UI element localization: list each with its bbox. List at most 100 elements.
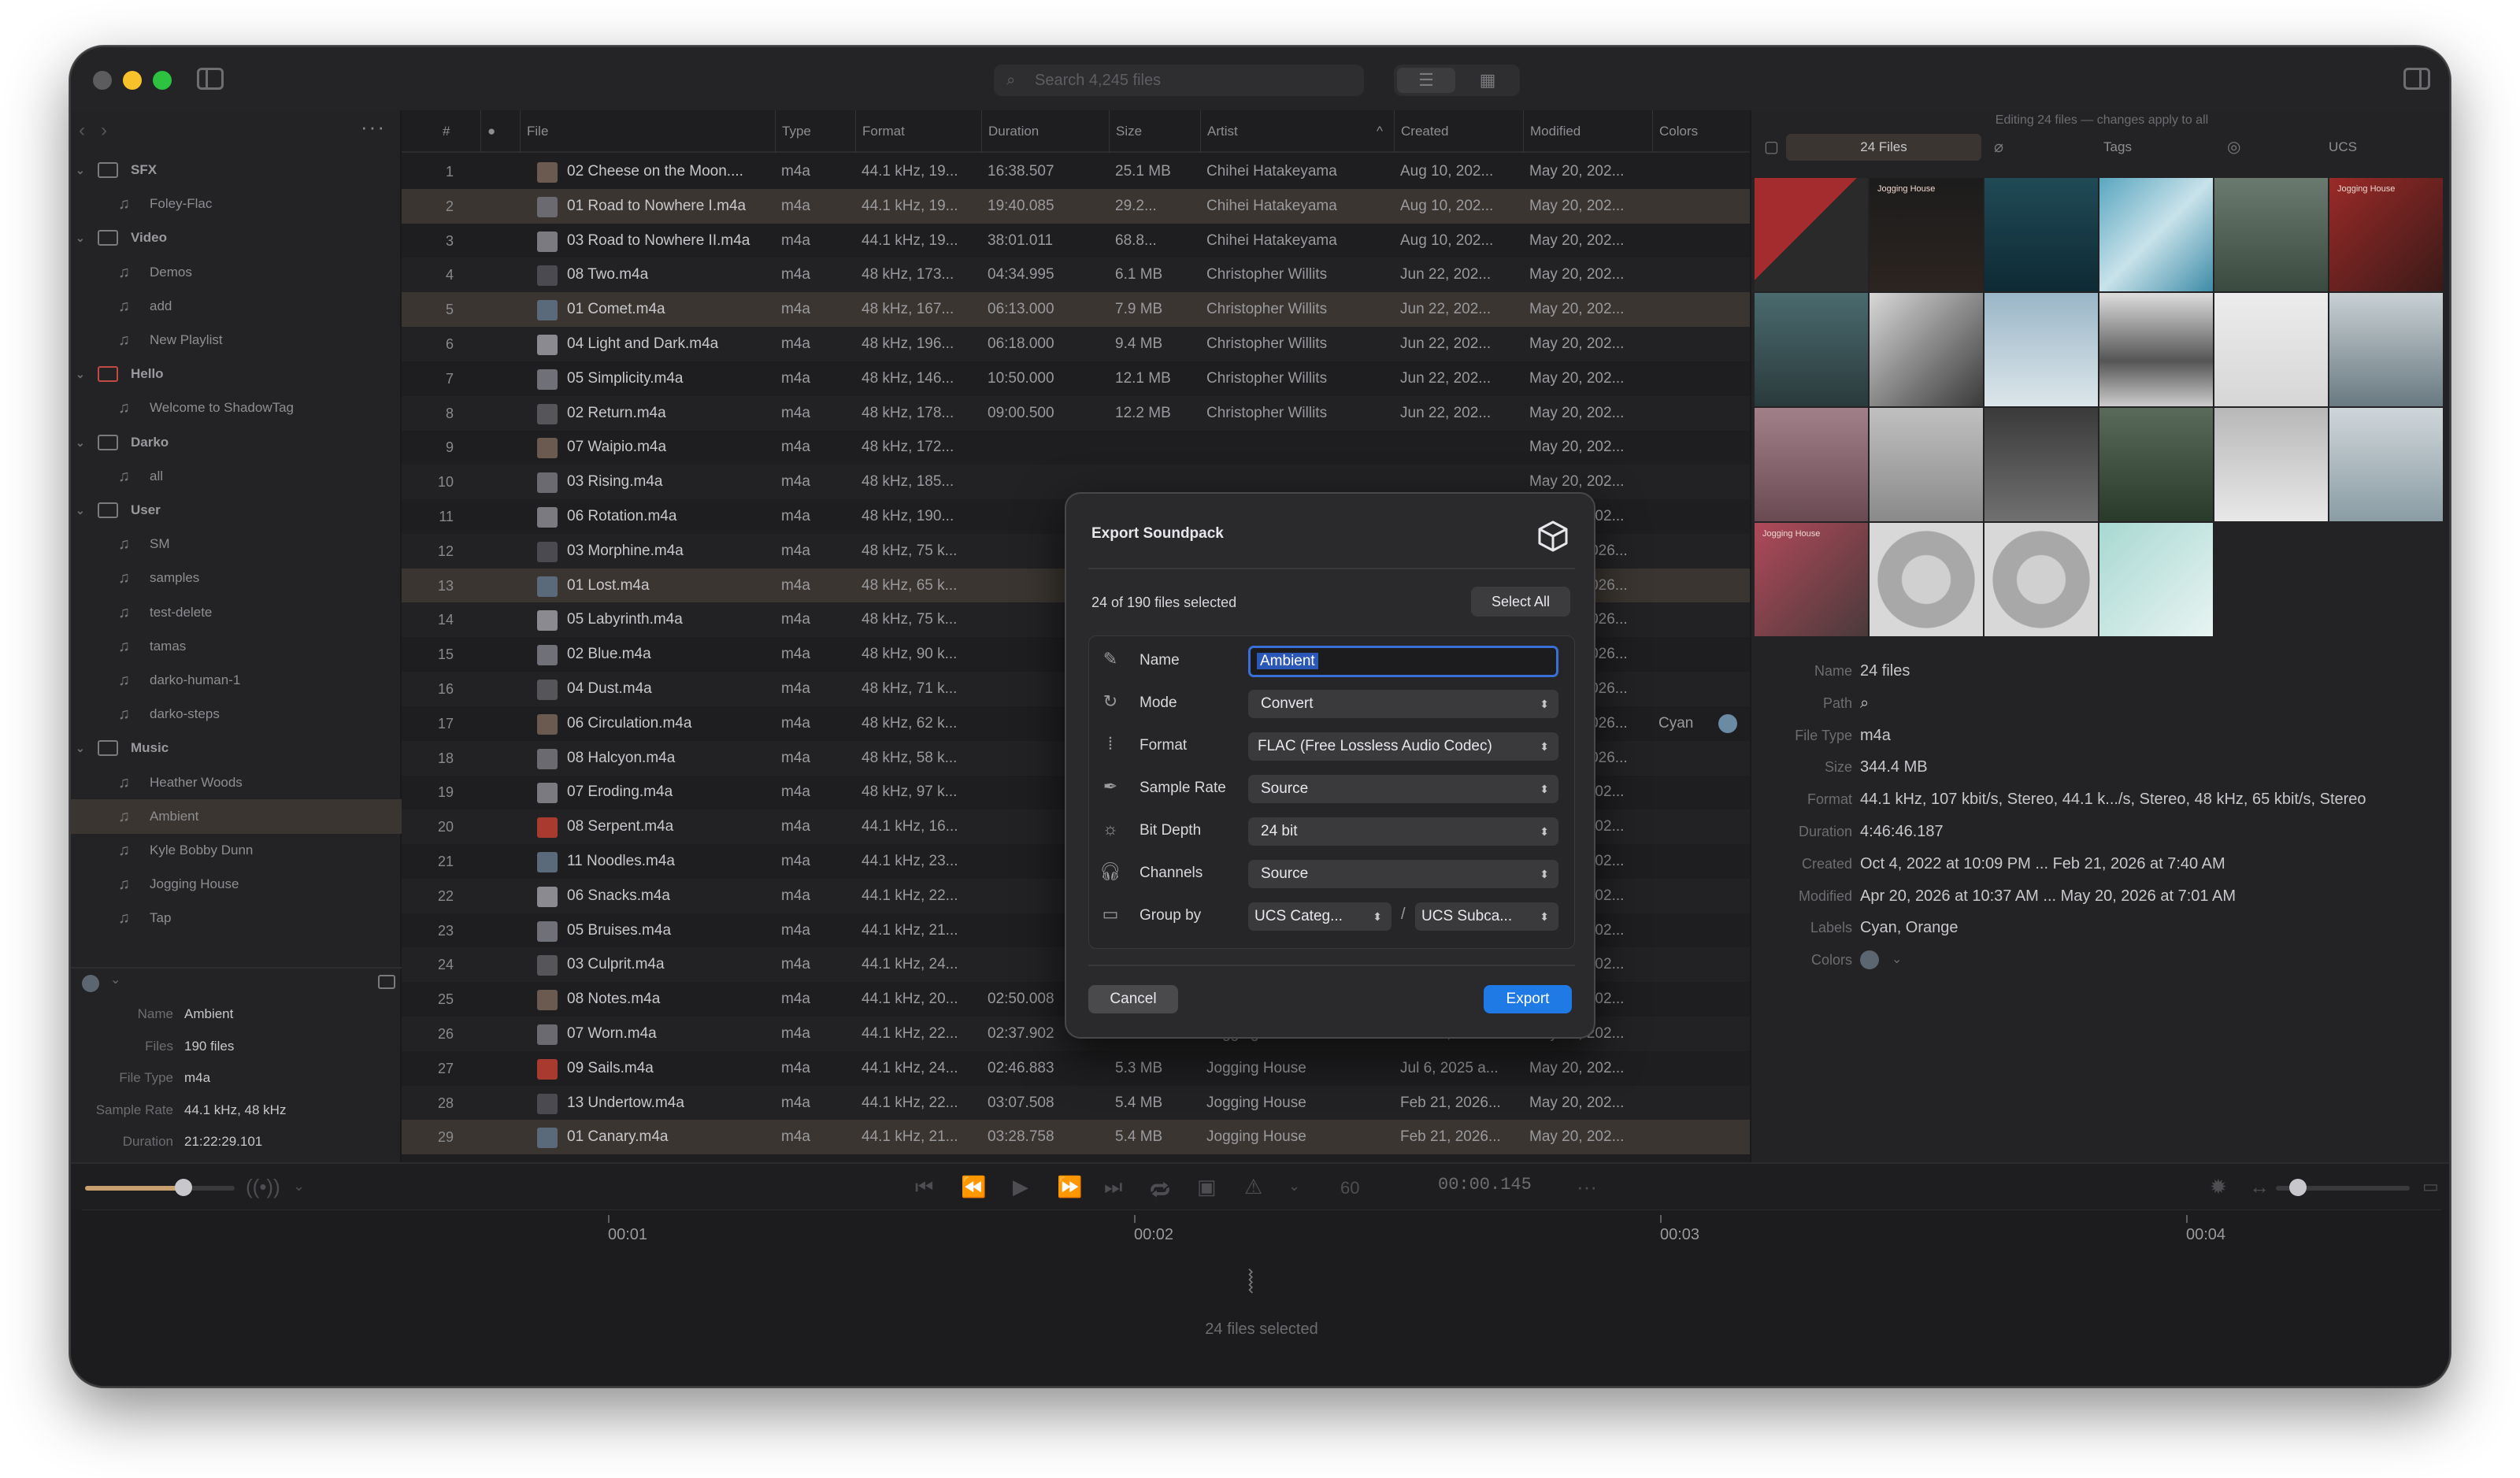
sidebar-playlist[interactable]: ♫ Demos bbox=[71, 255, 402, 290]
artwork-tile[interactable] bbox=[1984, 293, 2098, 406]
color-filter-icon[interactable] bbox=[82, 975, 99, 992]
artwork-tile[interactable] bbox=[1870, 408, 1983, 521]
autoplay-icon[interactable]: ▣ bbox=[1197, 1175, 1217, 1199]
inspector-toggle-icon[interactable] bbox=[2403, 68, 2430, 90]
artwork-tile[interactable] bbox=[1984, 178, 2098, 291]
minimize-window-button[interactable] bbox=[123, 71, 142, 90]
grid-view-icon[interactable]: ▦ bbox=[1458, 68, 1517, 93]
sidebar-playlist[interactable]: ♫ darko-human-1 bbox=[71, 663, 402, 698]
skip-end-icon[interactable]: ⏭ bbox=[1104, 1175, 1122, 1200]
name-field[interactable]: Ambient bbox=[1248, 646, 1558, 677]
chevron-down-icon[interactable]: ⌄ bbox=[76, 153, 85, 187]
audio-output-icon[interactable]: ((•)) bbox=[246, 1175, 280, 1199]
sidebar-folder[interactable]: ⌄ Hello bbox=[71, 357, 402, 391]
sidebar-folder[interactable]: ⌄ SFX bbox=[71, 153, 402, 187]
sidebar-playlist[interactable]: ♫ SM bbox=[71, 527, 402, 561]
column-header-file[interactable]: File bbox=[520, 110, 548, 153]
column-header-size[interactable]: Size bbox=[1109, 110, 1142, 153]
artwork-tile[interactable]: Jogging House bbox=[2329, 178, 2443, 291]
back-icon[interactable]: ‹ bbox=[79, 120, 85, 142]
chevron-down-icon[interactable]: ⌄ bbox=[76, 493, 85, 528]
close-window-button[interactable] bbox=[93, 71, 112, 90]
artwork-tile[interactable] bbox=[2099, 178, 2213, 291]
chevron-down-icon[interactable]: ⌄ bbox=[76, 357, 85, 391]
waveform-area[interactable]: 00:01 00:02 00:03 00:04 ⦚ 24 files selec… bbox=[82, 1209, 2441, 1378]
artwork-tile[interactable] bbox=[2214, 408, 2328, 521]
inspector-field-value[interactable]: Apr 20, 2026 at 10:37 AM ... May 20, 202… bbox=[1860, 880, 2236, 912]
more-icon[interactable]: ··· bbox=[361, 115, 386, 139]
group-by-subcategory-select[interactable]: UCS Subca... ⬍ bbox=[1415, 902, 1558, 931]
column-header-created[interactable]: Created bbox=[1394, 110, 1448, 153]
artwork-tile[interactable] bbox=[1870, 293, 1983, 406]
sidebar-playlist[interactable]: ♫ add bbox=[71, 289, 402, 324]
sidebar-folder[interactable]: ⌄ Video bbox=[71, 220, 402, 255]
column-header-status[interactable]: ● bbox=[480, 110, 495, 153]
panel-icon[interactable]: ▭ bbox=[2422, 1176, 2439, 1197]
artwork-tile[interactable]: Jogging House bbox=[1870, 178, 1983, 291]
bit-depth-select[interactable]: 24 bit ⬍ bbox=[1248, 817, 1558, 846]
chevron-down-icon[interactable]: ⌄ bbox=[293, 1178, 305, 1195]
sidebar-playlist[interactable]: ♫ all bbox=[71, 459, 402, 494]
table-row[interactable]: 29 01 Canary.m4a m4a 44.1 kHz, 21... 03:28.7… bbox=[402, 1120, 1750, 1155]
sidebar-playlist[interactable]: ♫ New Playlist bbox=[71, 323, 402, 357]
fit-width-icon[interactable]: ↔ bbox=[2249, 1175, 2270, 1199]
sidebar-playlist[interactable]: ♫ test-delete bbox=[71, 595, 402, 630]
table-row[interactable]: 1 02 Cheese on the Moon.... m4a 44.1 kHz, 1… bbox=[402, 154, 1750, 189]
fast-forward-icon[interactable]: ⏩ bbox=[1057, 1175, 1082, 1199]
column-header-modified[interactable]: Modified bbox=[1523, 110, 1581, 153]
column-header-duration[interactable]: Duration bbox=[981, 110, 1039, 153]
chevron-down-icon[interactable]: ⌄ bbox=[76, 425, 85, 460]
mode-select[interactable]: Convert ⬍ bbox=[1248, 690, 1558, 718]
sidebar-playlist[interactable]: ♫ Foley-Flac bbox=[71, 187, 402, 221]
group-by-category-select[interactable]: UCS Categ... ⬍ bbox=[1248, 902, 1392, 931]
warning-icon[interactable]: ⚠︎ bbox=[1244, 1175, 1262, 1199]
inspector-field-value[interactable]: m4a bbox=[1860, 720, 1891, 751]
sidebar-playlist[interactable]: ♫ Heather Woods bbox=[71, 765, 402, 800]
sample-rate-select[interactable]: Source ⬍ bbox=[1248, 775, 1558, 803]
chevron-down-icon[interactable]: ⌄ bbox=[110, 972, 120, 987]
export-button[interactable]: Export bbox=[1484, 985, 1572, 1013]
loop-icon[interactable]: 🔁︎ bbox=[1150, 1175, 1170, 1205]
artwork-tile[interactable] bbox=[2329, 408, 2443, 521]
sidebar-playlist[interactable]: ♫ Kyle Bobby Dunn bbox=[71, 833, 402, 868]
volume-slider[interactable] bbox=[85, 1179, 235, 1196]
artwork-tile[interactable] bbox=[2099, 523, 2213, 636]
table-row[interactable]: 5 01 Comet.m4a m4a 48 kHz, 167... 06:13.000 7… bbox=[402, 292, 1750, 328]
forward-icon[interactable]: › bbox=[101, 120, 107, 142]
rewind-icon[interactable]: ⏪ bbox=[961, 1175, 986, 1199]
table-row[interactable]: 7 05 Simplicity.m4a m4a 48 kHz, 146... 10:50… bbox=[402, 361, 1750, 396]
sidebar-folder[interactable]: ⌄ User bbox=[71, 493, 402, 528]
column-header-colors[interactable]: Colors bbox=[1652, 110, 1698, 153]
table-row[interactable]: 2 01 Road to Nowhere I.m4a m4a 44.1 kHz, 19… bbox=[402, 188, 1750, 224]
table-row[interactable]: 28 13 Undertow.m4a m4a 44.1 kHz, 22... 03:07… bbox=[402, 1085, 1750, 1121]
inspector-field-value[interactable]: Cyan, Orange bbox=[1860, 912, 1959, 943]
search-input[interactable]: ⌕ Search 4,245 files bbox=[994, 65, 1364, 96]
column-header-format[interactable]: Format bbox=[855, 110, 905, 153]
inspector-field-value[interactable]: 24 files bbox=[1860, 655, 1910, 687]
format-select[interactable]: FLAC (Free Lossless Audio Codec) ⬍ bbox=[1248, 732, 1558, 761]
sidebar-playlist[interactable]: ♫ tamas bbox=[71, 629, 402, 664]
column-header-artist[interactable]: Artist bbox=[1200, 110, 1238, 153]
artwork-tile[interactable] bbox=[2214, 178, 2328, 291]
sidebar-playlist[interactable]: ♫ darko-steps bbox=[71, 697, 402, 732]
artwork-tile[interactable]: Jogging House bbox=[1755, 523, 1868, 636]
column-header-type[interactable]: Type bbox=[775, 110, 811, 153]
sidebar-playlist[interactable]: ♫ Jogging House bbox=[71, 867, 402, 902]
artwork-tile[interactable] bbox=[1984, 408, 2098, 521]
channels-select[interactable]: Source ⬍ bbox=[1248, 860, 1558, 888]
artwork-tile[interactable] bbox=[2099, 293, 2213, 406]
sidebar-playlist[interactable]: ♫ Ambient bbox=[71, 798, 402, 834]
table-row[interactable]: 9 07 Waipio.m4a m4a 48 kHz, 172... May 20, 2… bbox=[402, 430, 1750, 465]
list-view-icon[interactable]: ☰ bbox=[1397, 68, 1455, 93]
chevron-down-icon[interactable]: ⌄ bbox=[1288, 1178, 1300, 1195]
artwork-tile[interactable] bbox=[2329, 293, 2443, 406]
sidebar-toggle-icon[interactable] bbox=[197, 68, 224, 90]
play-icon[interactable]: ▶ bbox=[1013, 1175, 1028, 1199]
cancel-button[interactable]: Cancel bbox=[1088, 985, 1178, 1013]
artwork-tile[interactable] bbox=[1870, 523, 1983, 636]
tab-ucs[interactable]: UCS bbox=[2243, 134, 2443, 161]
more-icon[interactable]: ··· bbox=[1577, 1175, 1597, 1199]
zoom-knob[interactable] bbox=[2289, 1179, 2307, 1196]
info-panel-icon[interactable] bbox=[378, 975, 395, 989]
inspector-field-value[interactable]: Oct 4, 2022 at 10:09 PM ... Feb 21, 2026… bbox=[1860, 848, 2225, 880]
